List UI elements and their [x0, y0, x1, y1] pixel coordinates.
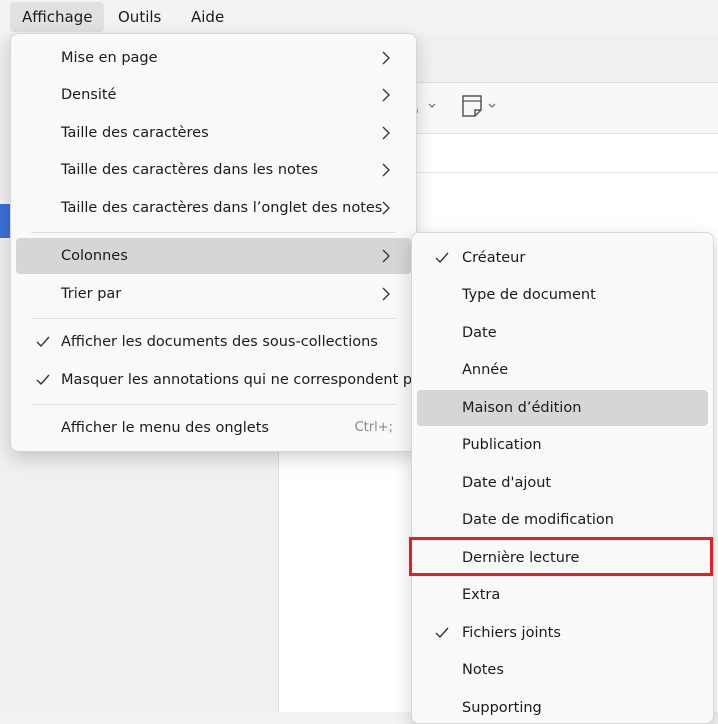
- column-item-date-modification[interactable]: Date de modification: [417, 502, 708, 538]
- menu-separator: [31, 232, 396, 233]
- menu-item-densite[interactable]: Densité: [16, 77, 411, 113]
- checkmark-icon: [36, 374, 50, 386]
- column-item-annee[interactable]: Année: [417, 352, 708, 388]
- chevron-right-icon: [382, 249, 390, 263]
- chevron-right-icon: [382, 88, 390, 102]
- menu-item-label: Publication: [462, 437, 542, 453]
- menu-item-label: Masquer les annotations qui ne correspon…: [61, 372, 429, 388]
- menu-item-trier-par[interactable]: Trier par: [16, 276, 411, 312]
- column-item-fichiers-joints[interactable]: Fichiers joints: [417, 615, 708, 651]
- column-item-type-document[interactable]: Type de document: [417, 277, 708, 313]
- menu-item-label: Mise en page: [61, 50, 158, 66]
- columns-submenu: Créateur Type de document Date Année Mai…: [411, 232, 714, 724]
- menu-item-label: Extra: [462, 587, 501, 603]
- menu-item-label: Année: [462, 362, 509, 378]
- menu-item-label: Date d'ajout: [462, 475, 552, 491]
- menu-item-label: Densité: [61, 87, 117, 103]
- menu-item-label: Notes: [462, 662, 504, 678]
- menu-item-colonnes[interactable]: Colonnes: [16, 238, 411, 274]
- column-item-createur[interactable]: Créateur: [417, 240, 708, 276]
- chevron-right-icon: [382, 287, 390, 301]
- menu-item-label: Taille des caractères: [61, 125, 209, 141]
- column-item-date[interactable]: Date: [417, 315, 708, 351]
- menu-item-label: Colonnes: [61, 248, 128, 264]
- menu-item-label: Date: [462, 325, 497, 341]
- menu-item-label: Maison d’édition: [462, 400, 582, 416]
- menu-item-afficher-sous-collections[interactable]: Afficher les documents des sous-collecti…: [16, 324, 411, 360]
- menu-separator: [31, 318, 396, 319]
- column-item-publication[interactable]: Publication: [417, 427, 708, 463]
- column-item-extra[interactable]: Extra: [417, 577, 708, 613]
- chevron-right-icon: [382, 163, 390, 177]
- menu-item-label: Trier par: [61, 286, 122, 302]
- view-menu: Mise en page Densité Taille des caractèr…: [10, 33, 429, 452]
- menu-bar: Affichage Outils Aide: [0, 0, 718, 34]
- menu-outils[interactable]: Outils: [106, 2, 173, 32]
- chevron-right-icon: [382, 201, 390, 215]
- menu-item-label: Taille des caractères dans l’onglet des …: [61, 200, 383, 216]
- menu-item-taille-caracteres-notes[interactable]: Taille des caractères dans les notes: [16, 152, 411, 188]
- menu-item-label: Date de modification: [462, 512, 614, 528]
- menu-item-afficher-menu-onglets[interactable]: Afficher le menu des onglets Ctrl+;: [16, 410, 411, 446]
- menu-item-label: Afficher le menu des onglets: [61, 420, 269, 436]
- column-item-date-ajout[interactable]: Date d'ajout: [417, 465, 708, 501]
- menu-item-taille-caracteres-onglet-notes[interactable]: Taille des caractères dans l’onglet des …: [16, 190, 411, 226]
- menu-item-mise-en-page[interactable]: Mise en page: [16, 40, 411, 76]
- column-item-maison-edition[interactable]: Maison d’édition: [417, 390, 708, 426]
- menu-item-taille-caracteres[interactable]: Taille des caractères: [16, 115, 411, 151]
- highlight-annotation-box: [409, 537, 713, 576]
- menu-item-label: Taille des caractères dans les notes: [61, 162, 319, 178]
- menu-item-label: Type de document: [462, 287, 596, 303]
- menu-item-label: Créateur: [462, 250, 526, 266]
- menu-item-label: Supporting: [462, 700, 542, 716]
- column-item-notes[interactable]: Notes: [417, 652, 708, 688]
- checkmark-icon: [435, 252, 449, 264]
- menu-affichage[interactable]: Affichage: [10, 2, 105, 32]
- menu-item-label: Fichiers joints: [462, 625, 561, 641]
- chevron-right-icon: [382, 51, 390, 65]
- checkmark-icon: [36, 336, 50, 348]
- menu-aide[interactable]: Aide: [179, 2, 236, 32]
- checkmark-icon: [435, 627, 449, 639]
- menu-item-label: Afficher les documents des sous-collecti…: [61, 334, 378, 350]
- chevron-right-icon: [382, 126, 390, 140]
- column-item-supporting[interactable]: Supporting: [417, 690, 708, 723]
- menu-separator: [31, 404, 396, 405]
- new-note-icon[interactable]: [459, 93, 499, 119]
- keyboard-shortcut: Ctrl+;: [354, 420, 393, 435]
- menu-item-masquer-annotations[interactable]: Masquer les annotations qui ne correspon…: [16, 362, 429, 398]
